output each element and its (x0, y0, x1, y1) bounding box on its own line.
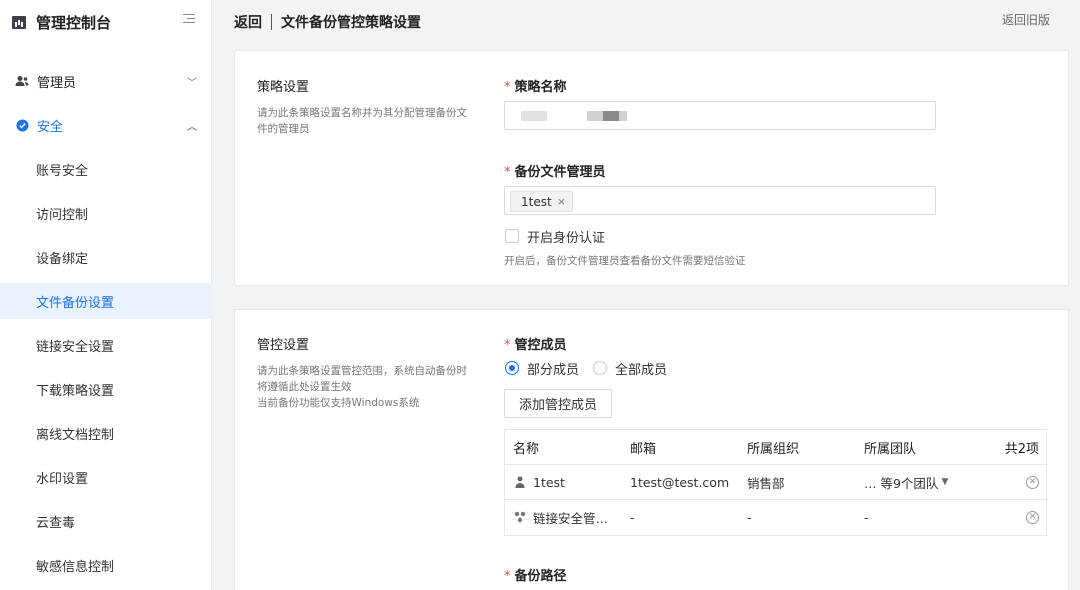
table-header: 名称 邮箱 所属组织 所属团队 共2项 (505, 430, 1046, 465)
remove-circle-icon[interactable]: ✕ (1026, 510, 1039, 524)
user-icon (513, 475, 527, 489)
policy-name-label: * 策略名称 (504, 80, 567, 95)
total-count: 共2项 (1004, 441, 1039, 457)
remove-circle-icon[interactable]: ✕ (1026, 475, 1039, 489)
sidebar-item-sensitive-info[interactable]: 敏感信息控制 (0, 547, 212, 583)
sidebar-item-virus-scan[interactable]: 云查毒 (0, 503, 212, 539)
close-icon[interactable]: × (557, 195, 566, 208)
shield-check-icon (15, 118, 29, 132)
backup-admin-select[interactable]: 1test × (504, 186, 936, 215)
nav-group-security[interactable]: 安全 ︿ (0, 111, 212, 139)
row-email: - (630, 509, 635, 525)
radio-partial-label: 部分成员 (527, 363, 580, 378)
dashboard-icon (12, 15, 26, 29)
sidebar-item-account-security[interactable]: 账号安全 (0, 151, 212, 187)
policy-name-input[interactable] (504, 101, 936, 130)
table-row: 1test 1test@test.com 销售部 … 等9个团队 ▼ ✕ (505, 465, 1046, 500)
nav-group-label: 管理员 (37, 75, 77, 91)
auth-hint: 开启后，备份文件管理员查看备份文件需要短信验证 (504, 255, 746, 267)
old-version-link[interactable]: 返回旧版 (1002, 11, 1050, 28)
app-title: 管理控制台 (36, 13, 112, 32)
section-description: 请为此条策略设置管控范围，系统自动备份时将遵循此处设置生效 当前备份功能仅支持W… (257, 365, 467, 409)
control-settings-card: 管控设置 请为此条策略设置管控范围，系统自动备份时将遵循此处设置生效 当前备份功… (234, 309, 1069, 590)
row-team: - (864, 509, 869, 525)
sidebar-item-download-policy[interactable]: 下载策略设置 (0, 371, 212, 407)
remove-row[interactable]: ✕ (1026, 500, 1039, 534)
radio-all-members[interactable] (593, 361, 607, 375)
auth-checkbox[interactable] (505, 229, 519, 243)
brand: 管理控制台 (0, 0, 211, 44)
backup-path-label: * 备份路径 (504, 569, 567, 584)
redacted-text (521, 111, 547, 121)
sidebar-item-file-backup[interactable]: 文件备份设置 (0, 283, 212, 319)
nav-group-admin[interactable]: 管理员 ﹀ (0, 67, 212, 95)
sidebar-item-watermark[interactable]: 水印设置 (0, 459, 212, 495)
sidebar-item-link-security[interactable]: 链接安全设置 (0, 327, 212, 363)
col-email: 邮箱 (630, 441, 657, 457)
caret-down-icon: ▼ (941, 477, 949, 487)
policy-settings-card: 策略设置 请为此条策略设置名称并为其分配管理备份文件的管理员 * 策略名称 * 备份… (234, 50, 1069, 286)
divider (271, 14, 272, 30)
col-team: 所属团队 (864, 441, 917, 457)
sidebar: 管理控制台 管理员 ﹀ 安全 ︿ 账号安全 访问控制 设备绑定 文件备份设置 链… (0, 0, 212, 590)
table-row: 链接安全管… - - - ✕ (505, 500, 1046, 535)
row-org: 销售部 (747, 475, 785, 491)
backup-admin-label: * 备份文件管理员 (504, 165, 606, 180)
sidebar-item-access-control[interactable]: 访问控制 (0, 195, 212, 231)
back-link[interactable]: 返回 (234, 12, 262, 32)
radio-all-label: 全部成员 (615, 363, 668, 378)
section-description: 请为此条策略设置名称并为其分配管理备份文件的管理员 (257, 107, 467, 135)
row-team[interactable]: … 等9个团队 ▼ (864, 465, 948, 499)
page-title: 文件备份管控策略设置 (281, 15, 421, 31)
row-org: - (747, 509, 752, 525)
page-header: 返回 文件备份管控策略设置 返回旧版 (213, 0, 1080, 44)
sidebar-item-device-binding[interactable]: 设备绑定 (0, 239, 212, 275)
group-icon (513, 510, 527, 524)
remove-row[interactable]: ✕ (1026, 465, 1039, 499)
chevron-down-icon: ﹀ (187, 77, 197, 89)
members-table: 名称 邮箱 所属组织 所属团队 共2项 1test 1test@test.com… (504, 429, 1047, 536)
auth-checkbox-label: 开启身份认证 (527, 231, 606, 246)
admin-tag: 1test × (510, 191, 573, 212)
nav-group-label: 安全 (37, 119, 64, 135)
row-name: 链接安全管… (513, 500, 608, 534)
members-label: * 管控成员 (504, 338, 567, 353)
row-name: 1test (513, 465, 565, 499)
collapse-menu-icon[interactable] (183, 14, 195, 26)
chevron-up-icon: ︿ (187, 121, 197, 133)
redacted-text (603, 111, 619, 121)
col-org: 所属组织 (747, 441, 800, 457)
section-title: 管控设置 (257, 338, 310, 353)
add-member-button[interactable]: 添加管控成员 (504, 389, 613, 418)
row-email: 1test@test.com (630, 474, 730, 490)
users-icon (15, 74, 29, 88)
radio-partial-members[interactable] (505, 361, 519, 375)
section-title: 策略设置 (257, 80, 310, 95)
sidebar-item-offline-docs[interactable]: 离线文档控制 (0, 415, 212, 451)
col-name: 名称 (513, 441, 540, 457)
